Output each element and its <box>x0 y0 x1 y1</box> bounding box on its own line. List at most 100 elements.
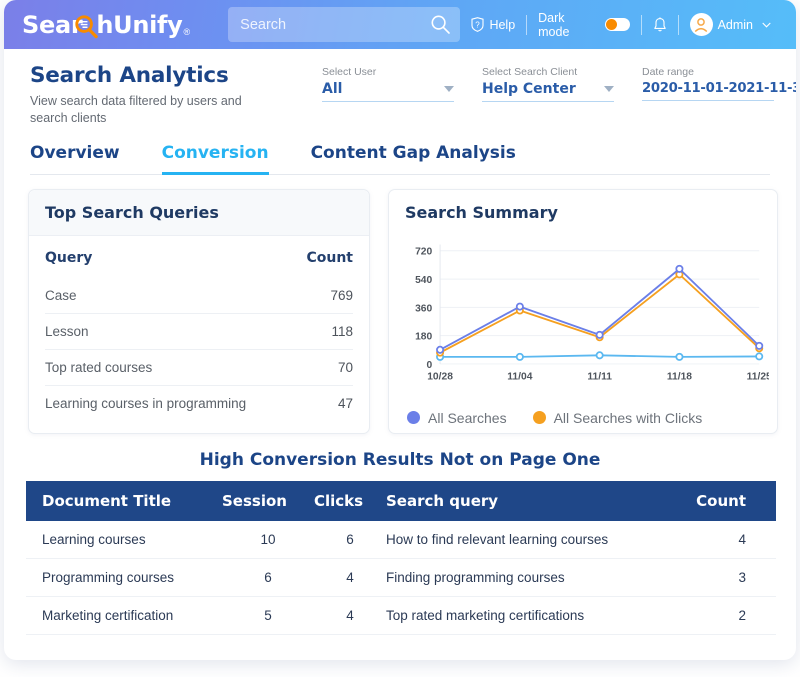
cell-count: 47 <box>295 384 353 421</box>
search-icon <box>431 15 451 34</box>
filter-control[interactable]: Help Center <box>482 81 614 102</box>
legend-color-swatch <box>407 411 420 425</box>
magnifier-logo-icon <box>75 14 98 38</box>
user-avatar-icon <box>694 17 708 32</box>
cell-count: 70 <box>295 348 353 386</box>
cell-query: Learning courses in programming <box>45 384 296 421</box>
cell-count: 118 <box>295 312 353 350</box>
top-navigation-bar: SearchUnify® ? <box>4 0 796 49</box>
logo-registered-mark: ® <box>183 26 191 37</box>
table-row[interactable]: Learning courses in programming 47 <box>45 384 353 421</box>
filter-control[interactable]: 2020-11-01-2021-11-31 <box>642 81 796 101</box>
caret-down-icon <box>604 86 614 92</box>
cell-session: 5 <box>222 596 314 635</box>
toggle-switch-on[interactable] <box>604 18 630 31</box>
tab-overview[interactable]: Overview <box>30 143 120 175</box>
svg-text:?: ? <box>476 20 481 29</box>
cell-clicks: 4 <box>314 596 386 635</box>
cell-document-title: Marketing certification <box>26 596 222 635</box>
cell-clicks: 4 <box>314 558 386 597</box>
cell-search-query: Finding programming courses <box>386 558 697 597</box>
table-row[interactable]: Learning courses 10 6 How to find releva… <box>26 520 776 559</box>
table-row[interactable]: Lesson 118 <box>45 312 353 350</box>
user-label: Admin <box>717 17 754 32</box>
cell-document-title: Programming courses <box>26 558 222 597</box>
legend-color-swatch <box>532 411 546 425</box>
filter-date-range[interactable]: Date range 2020-11-01-2021-11-31 <box>642 66 796 102</box>
svg-text:0: 0 <box>427 360 433 371</box>
notification-bell-icon <box>653 16 666 31</box>
global-search <box>228 7 461 42</box>
cell-session: 6 <box>222 558 314 597</box>
page-title-block: Search Analytics View search data filter… <box>30 63 275 127</box>
legend-item-all-searches-with-clicks[interactable]: All Searches with Clicks <box>532 409 703 426</box>
dark-mode-toggle[interactable]: Dark mode <box>527 11 641 39</box>
filter-control[interactable]: All <box>322 81 454 102</box>
legend-label: All Searches with Clicks <box>553 409 703 426</box>
caret-down-icon <box>444 86 454 92</box>
help-button[interactable]: ? Help <box>460 17 526 32</box>
svg-text:11/25: 11/25 <box>747 371 769 382</box>
filter-select-user[interactable]: Select User All <box>322 66 454 102</box>
tab-bar: Overview Conversion Content Gap Analysis <box>30 143 770 175</box>
table-header-row: Document Title Session Clicks Search que… <box>26 480 776 521</box>
table-row[interactable]: Marketing certification 5 4 Top rated ma… <box>26 596 776 635</box>
search-input[interactable] <box>228 7 461 42</box>
column-header-clicks: Clicks <box>314 480 386 521</box>
legend-label: All Searches <box>428 409 507 426</box>
table-row[interactable]: Programming courses 6 4 Finding programm… <box>26 558 776 597</box>
table-header-row: Query Count <box>45 240 353 278</box>
panel-title: Top Search Queries <box>29 189 369 236</box>
cell-query: Lesson <box>45 312 296 350</box>
column-header-search-query: Search query <box>386 480 697 521</box>
table-row[interactable]: Case 769 <box>45 277 353 313</box>
notifications-button[interactable] <box>642 16 678 33</box>
cell-document-title: Learning courses <box>26 520 222 559</box>
high-conversion-results-table: Document Title Session Clicks Search que… <box>26 480 776 635</box>
column-header-query: Query <box>45 249 93 266</box>
cell-query: Top rated courses <box>45 348 296 386</box>
cell-count: 2 <box>696 596 776 635</box>
chevron-down-icon <box>762 22 771 28</box>
cell-search-query: Top rated marketing certifications <box>386 596 697 635</box>
logo-text: SearchUnify <box>22 10 183 39</box>
panels-row: Top Search Queries Query Count Case 769 <box>4 175 796 434</box>
table-row[interactable]: Top rated courses 70 <box>45 348 353 386</box>
toggle-knob <box>605 19 617 30</box>
search-summary-line-chart: 0 180 360 540 720 10/28 11/04 11/11 11/18 11/25 <box>415 244 772 382</box>
tab-conversion[interactable]: Conversion <box>161 143 269 175</box>
user-menu[interactable]: Admin <box>679 13 782 36</box>
help-label: Help <box>489 17 516 32</box>
column-header-count: Count <box>696 480 776 521</box>
filter-value: All <box>322 81 343 97</box>
cell-count: 3 <box>696 558 776 597</box>
cell-clicks: 6 <box>314 520 386 559</box>
cell-count: 769 <box>330 287 353 303</box>
filter-select-search-client[interactable]: Select Search Client Help Center <box>482 66 614 102</box>
column-header-session: Session <box>222 480 314 521</box>
column-header-count: Count <box>306 249 353 266</box>
legend-item-all-searches[interactable]: All Searches <box>407 410 507 426</box>
cell-count: 4 <box>696 520 776 559</box>
page-title: Search Analytics <box>30 63 229 88</box>
tab-content-gap-analysis[interactable]: Content Gap Analysis <box>311 143 516 175</box>
search-submit-button[interactable] <box>430 14 451 35</box>
page-header: Search Analytics View search data filter… <box>4 49 796 127</box>
filter-label: Select User <box>322 66 377 78</box>
avatar <box>689 13 713 36</box>
cell-search-query: How to find relevant learning courses <box>386 520 697 559</box>
cell-query: Case <box>45 287 77 303</box>
dark-mode-label: Dark mode <box>538 10 570 39</box>
top-search-queries-panel: Top Search Queries Query Count Case 769 <box>28 188 370 434</box>
svg-text:180: 180 <box>415 331 432 342</box>
topbar-actions: ? Help Dark mode Admin <box>460 0 782 49</box>
filter-value: 2020-11-01-2021-11-31 <box>642 81 796 96</box>
svg-text:10/28: 10/28 <box>427 371 453 382</box>
search-summary-panel: Search Summary 0 180 360 540 720 10/28 11/04 11… <box>388 188 778 434</box>
app-window: SearchUnify® ? <box>4 0 796 660</box>
svg-text:360: 360 <box>415 303 432 314</box>
filter-label: Select Search Client <box>482 66 578 78</box>
page-subtitle: View search data filtered by users and s… <box>30 94 242 125</box>
svg-text:540: 540 <box>415 275 432 286</box>
app-logo[interactable]: SearchUnify® <box>22 10 191 39</box>
